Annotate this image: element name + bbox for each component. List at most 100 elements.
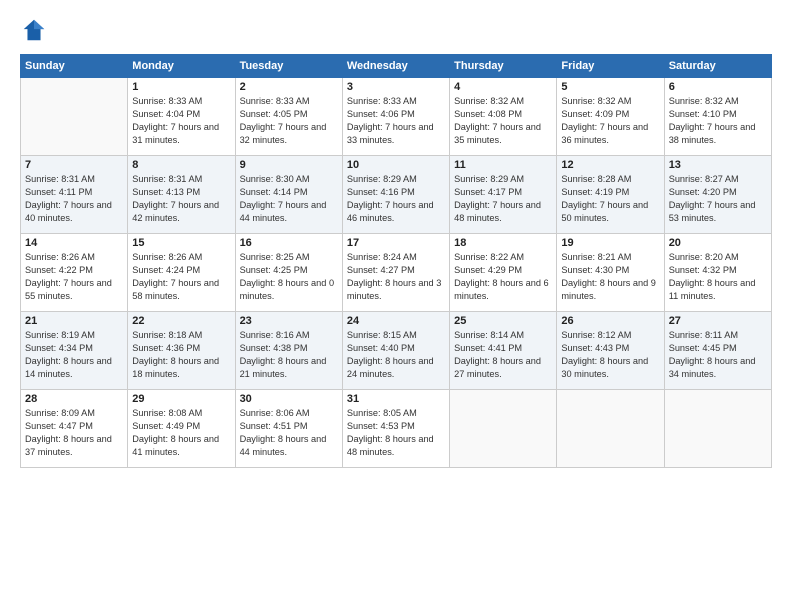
day-cell: 22 Sunrise: 8:18 AMSunset: 4:36 PMDayligh… — [128, 312, 235, 390]
day-info: Sunrise: 8:33 AMSunset: 4:06 PMDaylight:… — [347, 95, 445, 147]
day-number: 13 — [669, 159, 767, 171]
weekday-header-row: SundayMondayTuesdayWednesdayThursdayFrid… — [21, 55, 772, 78]
day-info: Sunrise: 8:31 AMSunset: 4:13 PMDaylight:… — [132, 173, 230, 225]
day-info: Sunrise: 8:12 AMSunset: 4:43 PMDaylight:… — [561, 329, 659, 381]
day-info: Sunrise: 8:16 AMSunset: 4:38 PMDaylight:… — [240, 329, 338, 381]
day-number: 11 — [454, 159, 552, 171]
day-info: Sunrise: 8:30 AMSunset: 4:14 PMDaylight:… — [240, 173, 338, 225]
day-info: Sunrise: 8:09 AMSunset: 4:47 PMDaylight:… — [25, 407, 123, 459]
day-info: Sunrise: 8:22 AMSunset: 4:29 PMDaylight:… — [454, 251, 552, 303]
header — [20, 16, 772, 44]
day-cell: 25 Sunrise: 8:14 AMSunset: 4:41 PMDayligh… — [450, 312, 557, 390]
day-info: Sunrise: 8:31 AMSunset: 4:11 PMDaylight:… — [25, 173, 123, 225]
day-cell: 1 Sunrise: 8:33 AMSunset: 4:04 PMDaylight… — [128, 78, 235, 156]
day-cell — [664, 390, 771, 468]
day-cell — [557, 390, 664, 468]
day-info: Sunrise: 8:05 AMSunset: 4:53 PMDaylight:… — [347, 407, 445, 459]
day-number: 30 — [240, 393, 338, 405]
day-number: 31 — [347, 393, 445, 405]
day-cell: 24 Sunrise: 8:15 AMSunset: 4:40 PMDayligh… — [342, 312, 449, 390]
day-number: 17 — [347, 237, 445, 249]
day-number: 1 — [132, 81, 230, 93]
day-cell: 10 Sunrise: 8:29 AMSunset: 4:16 PMDayligh… — [342, 156, 449, 234]
day-number: 2 — [240, 81, 338, 93]
day-cell: 11 Sunrise: 8:29 AMSunset: 4:17 PMDayligh… — [450, 156, 557, 234]
day-cell: 6 Sunrise: 8:32 AMSunset: 4:10 PMDaylight… — [664, 78, 771, 156]
logo-icon — [20, 16, 48, 44]
week-row-4: 21 Sunrise: 8:19 AMSunset: 4:34 PMDayligh… — [21, 312, 772, 390]
day-number: 18 — [454, 237, 552, 249]
day-cell: 8 Sunrise: 8:31 AMSunset: 4:13 PMDaylight… — [128, 156, 235, 234]
weekday-header-thursday: Thursday — [450, 55, 557, 78]
day-number: 26 — [561, 315, 659, 327]
day-number: 15 — [132, 237, 230, 249]
day-cell: 12 Sunrise: 8:28 AMSunset: 4:19 PMDayligh… — [557, 156, 664, 234]
day-cell: 9 Sunrise: 8:30 AMSunset: 4:14 PMDaylight… — [235, 156, 342, 234]
day-cell: 28 Sunrise: 8:09 AMSunset: 4:47 PMDayligh… — [21, 390, 128, 468]
day-number: 5 — [561, 81, 659, 93]
weekday-header-sunday: Sunday — [21, 55, 128, 78]
day-number: 20 — [669, 237, 767, 249]
day-number: 8 — [132, 159, 230, 171]
week-row-1: 1 Sunrise: 8:33 AMSunset: 4:04 PMDaylight… — [21, 78, 772, 156]
day-info: Sunrise: 8:26 AMSunset: 4:22 PMDaylight:… — [25, 251, 123, 303]
day-info: Sunrise: 8:32 AMSunset: 4:08 PMDaylight:… — [454, 95, 552, 147]
day-cell: 18 Sunrise: 8:22 AMSunset: 4:29 PMDayligh… — [450, 234, 557, 312]
day-number: 4 — [454, 81, 552, 93]
weekday-header-friday: Friday — [557, 55, 664, 78]
day-number: 14 — [25, 237, 123, 249]
day-cell: 16 Sunrise: 8:25 AMSunset: 4:25 PMDayligh… — [235, 234, 342, 312]
day-number: 21 — [25, 315, 123, 327]
day-cell: 3 Sunrise: 8:33 AMSunset: 4:06 PMDaylight… — [342, 78, 449, 156]
day-number: 9 — [240, 159, 338, 171]
day-info: Sunrise: 8:11 AMSunset: 4:45 PMDaylight:… — [669, 329, 767, 381]
day-info: Sunrise: 8:06 AMSunset: 4:51 PMDaylight:… — [240, 407, 338, 459]
week-row-5: 28 Sunrise: 8:09 AMSunset: 4:47 PMDayligh… — [21, 390, 772, 468]
day-info: Sunrise: 8:18 AMSunset: 4:36 PMDaylight:… — [132, 329, 230, 381]
weekday-header-saturday: Saturday — [664, 55, 771, 78]
day-cell — [21, 78, 128, 156]
day-number: 25 — [454, 315, 552, 327]
week-row-2: 7 Sunrise: 8:31 AMSunset: 4:11 PMDaylight… — [21, 156, 772, 234]
day-cell: 30 Sunrise: 8:06 AMSunset: 4:51 PMDayligh… — [235, 390, 342, 468]
day-info: Sunrise: 8:21 AMSunset: 4:30 PMDaylight:… — [561, 251, 659, 303]
day-cell: 20 Sunrise: 8:20 AMSunset: 4:32 PMDayligh… — [664, 234, 771, 312]
weekday-header-wednesday: Wednesday — [342, 55, 449, 78]
day-number: 19 — [561, 237, 659, 249]
day-number: 28 — [25, 393, 123, 405]
day-info: Sunrise: 8:33 AMSunset: 4:04 PMDaylight:… — [132, 95, 230, 147]
day-cell: 14 Sunrise: 8:26 AMSunset: 4:22 PMDayligh… — [21, 234, 128, 312]
logo — [20, 16, 52, 44]
day-number: 16 — [240, 237, 338, 249]
calendar-table: SundayMondayTuesdayWednesdayThursdayFrid… — [20, 54, 772, 468]
day-number: 24 — [347, 315, 445, 327]
day-number: 22 — [132, 315, 230, 327]
calendar-page: SundayMondayTuesdayWednesdayThursdayFrid… — [0, 0, 792, 612]
day-cell: 23 Sunrise: 8:16 AMSunset: 4:38 PMDayligh… — [235, 312, 342, 390]
day-info: Sunrise: 8:32 AMSunset: 4:10 PMDaylight:… — [669, 95, 767, 147]
day-info: Sunrise: 8:29 AMSunset: 4:17 PMDaylight:… — [454, 173, 552, 225]
day-info: Sunrise: 8:14 AMSunset: 4:41 PMDaylight:… — [454, 329, 552, 381]
day-number: 12 — [561, 159, 659, 171]
day-info: Sunrise: 8:25 AMSunset: 4:25 PMDaylight:… — [240, 251, 338, 303]
day-number: 7 — [25, 159, 123, 171]
day-info: Sunrise: 8:28 AMSunset: 4:19 PMDaylight:… — [561, 173, 659, 225]
day-number: 3 — [347, 81, 445, 93]
day-info: Sunrise: 8:08 AMSunset: 4:49 PMDaylight:… — [132, 407, 230, 459]
day-cell: 29 Sunrise: 8:08 AMSunset: 4:49 PMDayligh… — [128, 390, 235, 468]
day-cell: 15Sunrise: 8:26 AMSunset: 4:24 PMDayligh… — [128, 234, 235, 312]
day-number: 23 — [240, 315, 338, 327]
day-info: Sunrise: 8:20 AMSunset: 4:32 PMDaylight:… — [669, 251, 767, 303]
day-cell: 26 Sunrise: 8:12 AMSunset: 4:43 PMDayligh… — [557, 312, 664, 390]
day-cell: 17Sunrise: 8:24 AMSunset: 4:27 PMDayligh… — [342, 234, 449, 312]
day-cell: 4 Sunrise: 8:32 AMSunset: 4:08 PMDaylight… — [450, 78, 557, 156]
day-info: Sunrise: 8:19 AMSunset: 4:34 PMDaylight:… — [25, 329, 123, 381]
day-cell — [450, 390, 557, 468]
day-cell: 27Sunrise: 8:11 AMSunset: 4:45 PMDayligh… — [664, 312, 771, 390]
day-cell: 13Sunrise: 8:27 AMSunset: 4:20 PMDayligh… — [664, 156, 771, 234]
day-info: Sunrise: 8:15 AMSunset: 4:40 PMDaylight:… — [347, 329, 445, 381]
day-info: Sunrise: 8:29 AMSunset: 4:16 PMDaylight:… — [347, 173, 445, 225]
day-number: 29 — [132, 393, 230, 405]
day-number: 10 — [347, 159, 445, 171]
day-number: 6 — [669, 81, 767, 93]
